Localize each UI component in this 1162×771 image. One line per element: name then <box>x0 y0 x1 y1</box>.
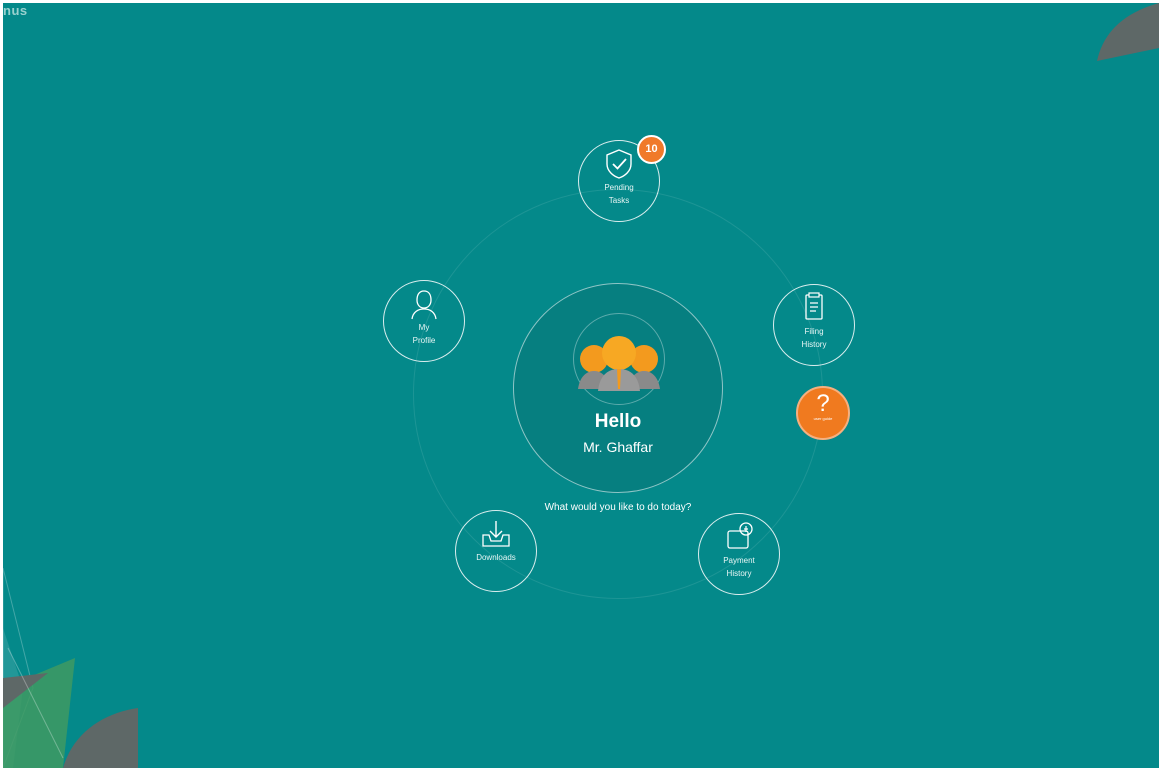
filing-history-button[interactable]: Filing History <box>773 284 855 366</box>
greeting-text: Hello <box>594 411 642 432</box>
check-shield-icon <box>606 149 632 179</box>
payment-history-label: Payment History <box>723 556 755 578</box>
my-profile-button[interactable]: My Profile <box>383 280 465 362</box>
user-name: Mr. Ghaffar <box>583 439 653 455</box>
person-icon <box>411 290 437 320</box>
help-button[interactable]: ? user guide <box>796 386 850 440</box>
document-icon <box>805 292 823 320</box>
leaf-decoration <box>3 568 138 768</box>
question-icon: ? <box>816 390 830 417</box>
downloads-button[interactable]: Downloads <box>455 510 537 592</box>
download-tray-icon <box>482 521 510 547</box>
filing-history-label: Filing History <box>801 327 827 349</box>
user-group-avatar <box>578 336 660 391</box>
my-profile-label: My Profile <box>412 323 436 345</box>
dashboard-screen: nus Hello Mr. Ghaffar What would you lik… <box>3 3 1159 768</box>
corner-decoration <box>1097 3 1159 61</box>
pending-tasks-label: Pending Tasks <box>604 183 634 205</box>
brand-logo-text: nus <box>3 3 28 18</box>
payment-history-button[interactable]: Payment History <box>698 513 780 595</box>
downloads-label: Downloads <box>476 553 516 562</box>
help-label: user guide <box>813 416 833 421</box>
wallet-icon <box>727 522 753 549</box>
prompt-text: What would you like to do today? <box>544 502 692 513</box>
pending-count-badge: 10 <box>637 135 666 164</box>
